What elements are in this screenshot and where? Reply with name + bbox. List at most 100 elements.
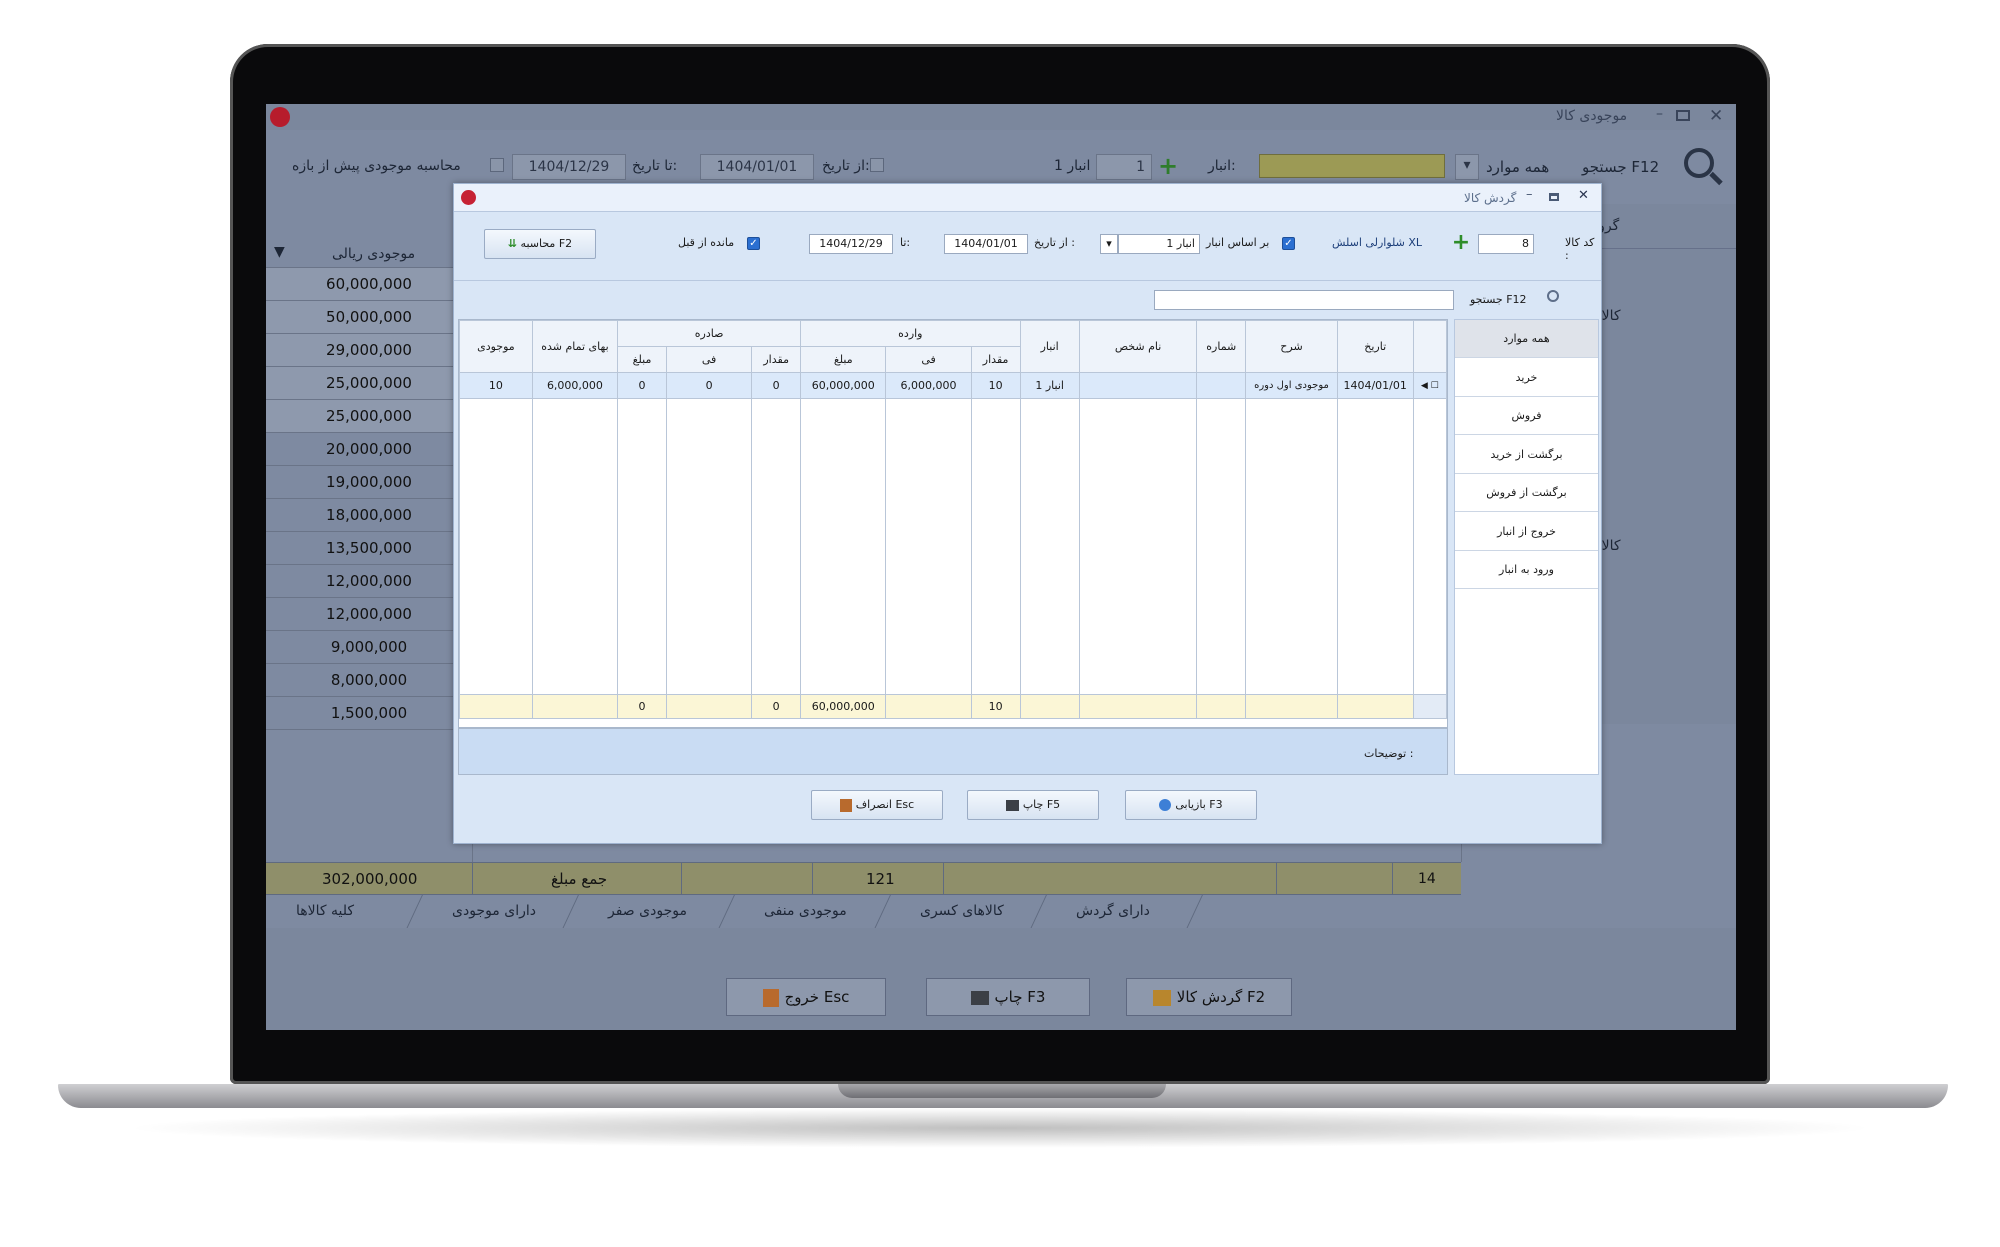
total-out-qty: 0	[751, 694, 802, 719]
table-row[interactable]: 8,000,000	[266, 664, 472, 697]
exit-button[interactable]: خروج Esc	[726, 978, 886, 1016]
table-row[interactable]: 20,000,000	[266, 433, 472, 466]
dialog-search-icon[interactable]	[1547, 290, 1559, 302]
warehouse-dropdown-icon[interactable]: ▾	[1100, 234, 1118, 254]
dialog-title-bar: گردش کالا – ✕	[454, 184, 1601, 212]
side-filter-item[interactable]: خروج از انبار	[1455, 512, 1598, 551]
dialog-maximize-icon[interactable]	[1549, 193, 1559, 201]
side-filter-item[interactable]: برگشت از خرید	[1455, 435, 1598, 474]
dialog-warehouse-select[interactable]: انبار 1	[1118, 234, 1200, 254]
bottom-tab[interactable]: موجودی منفی	[764, 903, 847, 919]
table-row[interactable]: 19,000,000	[266, 466, 472, 499]
main-from-date-checkbox[interactable]	[870, 158, 884, 172]
table-row[interactable]: 1,500,000	[266, 697, 472, 730]
col-in-amount[interactable]: مبلغ	[800, 346, 887, 373]
table-row[interactable]: 18,000,000	[266, 499, 472, 532]
bottom-tab[interactable]: دارای گردش	[1076, 903, 1150, 919]
dialog-close-icon[interactable]: ✕	[1578, 188, 1589, 203]
cell-desc: موجودی اول دوره	[1245, 372, 1338, 399]
col-desc[interactable]: شرح	[1245, 320, 1338, 373]
table-row[interactable]: 25,000,000	[266, 400, 472, 433]
turnover-button-label: گردش کالا F2	[1176, 988, 1266, 1006]
minimize-icon[interactable]: –	[1656, 106, 1663, 122]
refresh-button[interactable]: بازیابی F3	[1125, 790, 1257, 820]
bottom-tab[interactable]: دارای موجودی	[452, 903, 536, 919]
col-person[interactable]: نام شخص	[1078, 320, 1198, 373]
table-row[interactable]: 12,000,000	[266, 598, 472, 631]
side-filter-item[interactable]: خرید	[1455, 358, 1598, 397]
dialog-to-date[interactable]: 1404/12/29	[809, 234, 893, 254]
main-print-button[interactable]: چاپ F3	[926, 978, 1090, 1016]
restore-icon[interactable]	[1676, 110, 1690, 121]
grid-totals-row: 0 0 60,000,000 10	[459, 694, 1448, 719]
dialog-search-input[interactable]	[1154, 290, 1454, 310]
calc-button[interactable]: ⇊ محاسبه F2	[484, 229, 596, 259]
main-to-date[interactable]: 1404/12/29	[512, 154, 626, 180]
table-row[interactable]: 12,000,000	[266, 565, 472, 598]
left-table-header-row: ▼ موجودی ریالی	[266, 240, 472, 268]
table-row[interactable]: 60,000,000	[266, 268, 472, 301]
tab-separator	[1030, 895, 1047, 929]
cell-in-amount: 60,000,000	[800, 372, 887, 399]
table-row[interactable]: 25,000,000	[266, 367, 472, 400]
col-out-qty[interactable]: مقدار	[751, 346, 802, 373]
table-row[interactable]: 9,000,000	[266, 631, 472, 664]
add-product-icon[interactable]: +	[1450, 232, 1472, 255]
code-input[interactable]: 8	[1478, 234, 1534, 254]
bottom-tab[interactable]: موجودی صفر	[608, 903, 687, 919]
side-filter-item[interactable]: برگشت از فروش	[1455, 474, 1598, 512]
exit-icon	[762, 988, 779, 1007]
col-out-amount[interactable]: مبلغ	[617, 346, 667, 373]
col-cost[interactable]: بهای تمام شده	[531, 320, 619, 373]
table-row[interactable]: 10 6,000,000 0 0 0 60,000,000 6,000,000 …	[459, 372, 1448, 399]
product-search-input[interactable]	[1259, 154, 1445, 178]
main-from-date[interactable]: 1404/01/01	[700, 154, 814, 180]
cell-warehouse: انبار 1	[1019, 372, 1080, 399]
col-in-qty[interactable]: مقدار	[970, 346, 1021, 373]
col-in-price[interactable]: فی	[885, 346, 972, 373]
table-row[interactable]: 13,500,000	[266, 532, 472, 565]
main-all-items[interactable]: همه موارد	[1486, 158, 1549, 176]
col-date[interactable]: تاریخ	[1336, 320, 1414, 373]
tab-separator	[1186, 895, 1203, 929]
notes-label: توضیحات :	[1364, 747, 1414, 760]
notes-area[interactable]: توضیحات :	[458, 728, 1448, 775]
bottom-tab[interactable]: کلیه کالاها	[296, 903, 354, 919]
total-out-amount: 0	[617, 694, 667, 719]
print-button[interactable]: چاپ F5	[967, 790, 1099, 820]
turnover-button[interactable]: گردش کالا F2	[1126, 978, 1292, 1016]
sort-icon[interactable]: ▼	[274, 244, 285, 260]
col-incoming: وارده	[800, 320, 1021, 347]
left-table-header[interactable]: موجودی ریالی	[332, 246, 415, 262]
close-icon[interactable]: ✕	[1709, 106, 1723, 126]
calc-before-checkbox[interactable]	[490, 158, 504, 172]
main-warehouse-num[interactable]: 1	[1096, 154, 1152, 180]
dialog-minimize-icon[interactable]: –	[1526, 187, 1533, 202]
total-qty: 121	[866, 870, 895, 888]
totals-sep-6	[1392, 863, 1393, 895]
side-filter-item[interactable]: فروش	[1455, 397, 1598, 435]
bottom-tab-bar: کلیه کالاها دارای موجودی موجودی صفر موجودی …	[266, 894, 1461, 929]
col-stock[interactable]: موجودی	[459, 320, 533, 373]
col-selector	[1412, 320, 1448, 373]
main-print-label: چاپ F3	[994, 988, 1046, 1006]
cancel-button[interactable]: انصراف Esc	[811, 790, 943, 820]
side-filter-item[interactable]: ورود به انبار	[1455, 551, 1598, 589]
main-to-date-label: تا تاریخ:	[632, 158, 678, 174]
dialog-from-date[interactable]: 1404/01/01	[944, 234, 1028, 254]
carry-checkbox[interactable]: ✓	[747, 237, 760, 250]
row-count: 14	[1418, 871, 1436, 887]
all-items-dropdown-icon[interactable]: ▾	[1455, 154, 1479, 180]
by-warehouse-checkbox[interactable]: ✓	[1282, 237, 1295, 250]
table-row[interactable]: 50,000,000	[266, 301, 472, 334]
add-warehouse-icon[interactable]: +	[1158, 152, 1178, 180]
dialog-to-label: تا:	[900, 236, 911, 249]
row-selector[interactable]: ◀ ☐	[1412, 372, 1448, 399]
col-number[interactable]: شماره	[1196, 320, 1247, 373]
col-out-price[interactable]: فی	[665, 346, 753, 373]
col-warehouse[interactable]: انبار	[1019, 320, 1080, 373]
table-row[interactable]: 29,000,000	[266, 334, 472, 367]
side-filter-item[interactable]: همه موارد	[1455, 320, 1598, 358]
bottom-tab[interactable]: کالاهای کسری	[920, 903, 1004, 919]
dialog-search-label: جستجو F12	[1470, 293, 1527, 306]
